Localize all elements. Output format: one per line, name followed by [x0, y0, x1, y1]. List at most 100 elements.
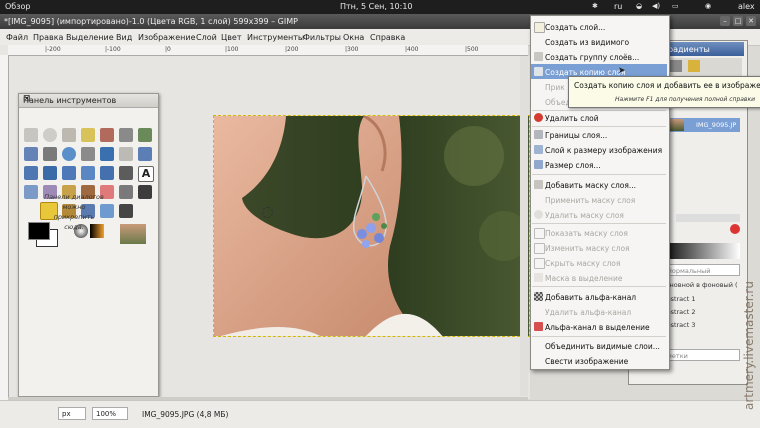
- tooltip-hint: Нажмите F1 для получения полной справки: [615, 96, 755, 103]
- brushes-icon[interactable]: [670, 60, 682, 72]
- crop-icon[interactable]: [138, 147, 152, 161]
- tag-filter-input[interactable]: метки: [660, 349, 740, 361]
- menu-separator: [532, 110, 666, 111]
- menu-layer[interactable]: Слой: [196, 33, 217, 42]
- ellipse-select-icon[interactable]: [43, 128, 57, 142]
- activities-overview-button[interactable]: Обзор: [5, 2, 30, 11]
- menu-help[interactable]: Справка: [370, 33, 405, 42]
- rect-select-icon[interactable]: [24, 128, 38, 142]
- menu-item-remove-alpha-channel[interactable]: Удалить альфа-канал: [545, 308, 631, 317]
- menu-edit[interactable]: Правка: [33, 33, 63, 42]
- menu-view[interactable]: Вид: [116, 33, 132, 42]
- menu-item-layer-to-image-size[interactable]: Слой к размеру изображения: [545, 146, 662, 155]
- unit-select[interactable]: px: [58, 407, 86, 420]
- menu-item-new-layer-group[interactable]: Создать группу слоёв...: [545, 53, 639, 62]
- network-icon[interactable]: ◒: [636, 2, 642, 10]
- menu-item-layer-boundary-size[interactable]: Границы слоя...: [545, 131, 607, 140]
- menu-colors[interactable]: Цвет: [221, 33, 242, 42]
- keyboard-layout-indicator[interactable]: ru: [614, 2, 622, 11]
- menu-item-new-from-visible[interactable]: Создать из видимого: [545, 38, 629, 47]
- scale-icon[interactable]: [43, 166, 57, 180]
- cage-transform-icon[interactable]: [119, 166, 133, 180]
- dock-tab-label: радиенты: [668, 45, 710, 54]
- paint-mode-select[interactable]: Нормальный: [660, 264, 740, 276]
- foreground-select-icon[interactable]: [138, 128, 152, 142]
- ruler-corner[interactable]: [0, 45, 8, 55]
- bluetooth-icon[interactable]: ✱: [592, 2, 598, 10]
- layer-button-row[interactable]: [676, 214, 740, 222]
- minimize-icon[interactable]: –: [720, 16, 730, 26]
- shear-icon[interactable]: [62, 166, 76, 180]
- patterns-icon[interactable]: [688, 60, 700, 72]
- close-icon[interactable]: ✕: [746, 16, 756, 26]
- perspective-icon[interactable]: [81, 166, 95, 180]
- ruler-tick-label: |300: [345, 46, 359, 53]
- menu-item-add-layer-mask[interactable]: Добавить маску слоя...: [545, 181, 636, 190]
- zoom-icon[interactable]: [62, 147, 76, 161]
- chat-icon[interactable]: ◉: [705, 2, 711, 10]
- ruler-tick-label: |100: [225, 46, 239, 53]
- gradient-preview[interactable]: [660, 243, 740, 259]
- menu-item-disable-layer-mask[interactable]: Скрыть маску слоя: [545, 259, 620, 268]
- layer-boundary-icon: [534, 130, 543, 139]
- menu-item-mask-to-selection[interactable]: Маска в выделение: [545, 274, 622, 283]
- color-select-icon[interactable]: [100, 128, 114, 142]
- maximize-icon[interactable]: □: [733, 16, 743, 26]
- menu-file[interactable]: Файл: [6, 33, 28, 42]
- delete-layer-icon[interactable]: [730, 224, 740, 234]
- zoom-select[interactable]: 100%: [92, 407, 128, 420]
- layer-visibility-icon[interactable]: [676, 122, 680, 126]
- lasso-icon[interactable]: [62, 128, 76, 142]
- airbrush-icon[interactable]: [119, 185, 133, 199]
- new-layer-icon: [534, 22, 545, 33]
- text-tool-icon[interactable]: A: [138, 166, 154, 182]
- menu-separator: [532, 286, 666, 287]
- gradient-list-item[interactable]: основной в фоновый (: [662, 281, 738, 289]
- menu-item-scale-layer[interactable]: Размер слоя...: [545, 161, 601, 170]
- menu-item-flatten-image[interactable]: Свести изображение: [545, 357, 628, 366]
- portrait-photo: [214, 116, 529, 336]
- menu-item-new-layer[interactable]: Создать слой...: [545, 23, 605, 32]
- scissors-icon[interactable]: [119, 128, 133, 142]
- delete-icon: [534, 113, 543, 122]
- scale-layer-icon: [534, 160, 543, 169]
- menu-item-alpha-to-selection[interactable]: Альфа-канал в выделение: [545, 323, 650, 332]
- menu-item-show-layer-mask[interactable]: Показать маску слоя: [545, 229, 628, 238]
- color-picker-icon[interactable]: [43, 147, 57, 161]
- menu-item-delete-layer[interactable]: Удалить слой: [545, 114, 599, 123]
- volume-icon[interactable]: ◀): [652, 2, 660, 10]
- vertical-scrollbar[interactable]: [520, 56, 528, 396]
- menu-item-delete-layer-mask[interactable]: Удалить маску слоя: [545, 211, 624, 220]
- move-icon[interactable]: [100, 147, 114, 161]
- menu-select[interactable]: Выделение: [66, 33, 114, 42]
- align-icon[interactable]: [119, 147, 133, 161]
- dodge-icon[interactable]: [119, 204, 133, 218]
- flip-icon[interactable]: [100, 166, 114, 180]
- menu-item-apply-layer-mask[interactable]: Применить маску слоя: [545, 196, 635, 205]
- menu-windows[interactable]: Окна: [343, 33, 364, 42]
- toolbox-header[interactable]: Панель инструментов ⊠: [19, 94, 158, 108]
- horizontal-ruler[interactable]: |-200 |-100 |0 |100 |200 |300 |400 |500: [8, 45, 528, 56]
- ink-icon[interactable]: [138, 185, 152, 199]
- menu-item-edit-layer-mask[interactable]: Изменить маску слоя: [545, 244, 630, 253]
- measure-icon[interactable]: [81, 147, 95, 161]
- menu-filters[interactable]: Фильтры: [303, 33, 341, 42]
- menu-item-anchor-layer[interactable]: Прик: [545, 83, 565, 92]
- rotate-icon[interactable]: [24, 166, 38, 180]
- close-icon[interactable]: ⊠: [23, 94, 154, 104]
- menu-item-merge-visible-layers[interactable]: Объединить видимые слои...: [545, 342, 660, 351]
- user-menu[interactable]: alex: [738, 2, 755, 11]
- layer-name: IMG_9095.JP: [696, 121, 737, 129]
- menu-tools[interactable]: Инструменты: [247, 33, 304, 42]
- fuzzy-select-icon[interactable]: [81, 128, 95, 142]
- menu-item-add-alpha-channel[interactable]: Добавить альфа-канал: [545, 293, 636, 302]
- vertical-ruler[interactable]: [0, 55, 9, 400]
- menu-item-merge-down[interactable]: Объед: [545, 98, 571, 107]
- image-thumbnail[interactable]: [120, 224, 146, 244]
- bucket-fill-icon[interactable]: [24, 185, 38, 199]
- battery-icon[interactable]: ▭: [672, 2, 679, 10]
- photo-layer[interactable]: [213, 115, 530, 337]
- system-clock[interactable]: Птн, 5 Сен, 10:10: [340, 2, 413, 11]
- menu-image[interactable]: Изображение: [138, 33, 196, 42]
- paths-icon[interactable]: [24, 147, 38, 161]
